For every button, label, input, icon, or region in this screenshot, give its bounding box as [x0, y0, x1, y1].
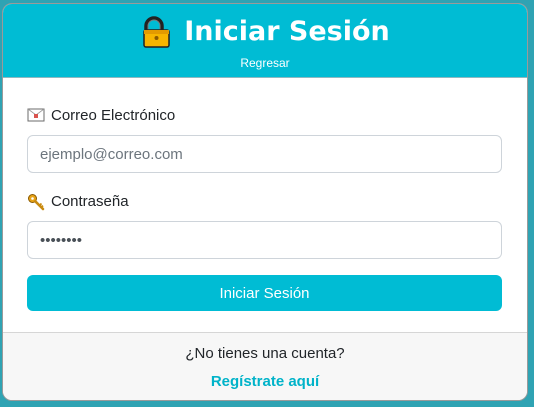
- card-header: Iniciar Sesión Regresar: [3, 4, 527, 78]
- back-link[interactable]: Regresar: [240, 56, 289, 70]
- page-title: Iniciar Sesión: [184, 16, 390, 47]
- email-label: Correo Electrónico: [27, 105, 503, 125]
- email-label-text: Correo Electrónico: [51, 106, 176, 124]
- password-label-text: Contraseña: [51, 192, 129, 210]
- key-icon: [27, 193, 45, 211]
- email-field[interactable]: [27, 135, 502, 173]
- no-account-text: ¿No tienes una cuenta?: [185, 345, 345, 362]
- envelope-icon: [27, 107, 45, 123]
- card-footer: ¿No tienes una cuenta? Regístrate aquí: [3, 332, 527, 400]
- register-link[interactable]: Regístrate aquí: [211, 373, 319, 390]
- password-field[interactable]: [27, 221, 502, 259]
- lock-icon: [140, 15, 172, 48]
- login-form: Correo Electrónico Contraseña Iniciar Se…: [3, 105, 527, 311]
- login-button[interactable]: Iniciar Sesión: [27, 275, 502, 311]
- title-row: Iniciar Sesión: [3, 4, 527, 48]
- password-label: Contraseña: [27, 191, 503, 211]
- login-card: Iniciar Sesión Regresar Correo Electróni…: [2, 3, 528, 401]
